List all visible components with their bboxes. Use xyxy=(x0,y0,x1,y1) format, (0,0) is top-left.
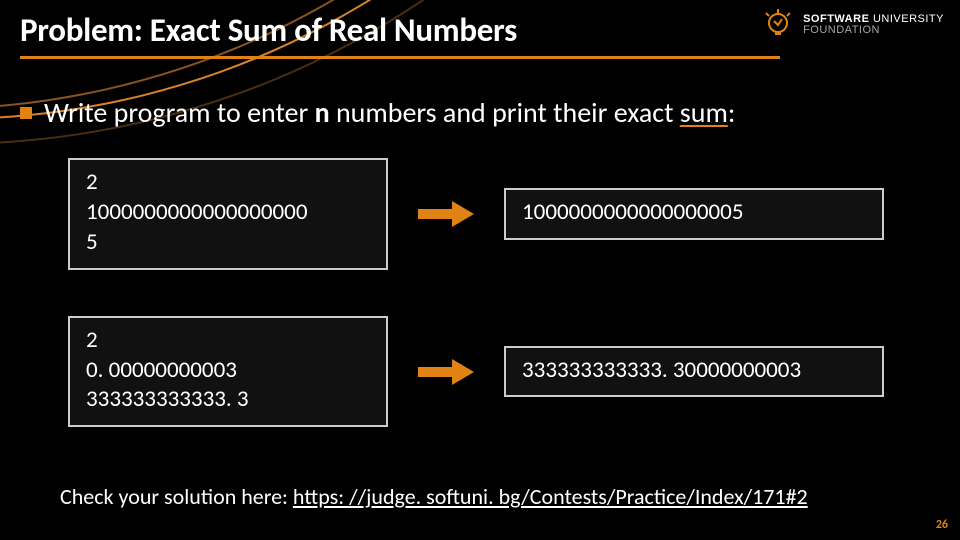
title-underline xyxy=(20,56,780,59)
check-solution-link[interactable]: https: //judge. softuni. bg/Contests/Pra… xyxy=(293,483,808,510)
title-area: Problem: Exact Sum of Real Numbers xyxy=(20,10,780,59)
check-solution-line: Check your solution here: https: //judge… xyxy=(60,483,808,510)
brand-line2: FOUNDATION xyxy=(803,25,944,36)
bullet-icon xyxy=(20,107,32,119)
example-row: 2 0. 00000000003 333333333333. 3 3333333… xyxy=(68,316,940,428)
example-input: 2 0. 00000000003 333333333333. 3 xyxy=(68,316,388,428)
slide-title: Problem: Exact Sum of Real Numbers xyxy=(20,10,780,50)
page-number: 26 xyxy=(936,518,948,532)
lightbulb-icon xyxy=(761,8,795,42)
arrow-right-icon xyxy=(416,199,476,229)
brand-logo: SOFTWARE UNIVERSITY FOUNDATION xyxy=(761,8,944,42)
example-output: 1000000000000000005 xyxy=(504,188,884,240)
check-prefix: Check your solution here: xyxy=(60,483,293,510)
example-output: 333333333333. 30000000003 xyxy=(504,346,884,398)
example-input: 2 1000000000000000000 5 xyxy=(68,158,388,270)
examples: 2 1000000000000000000 5 1000000000000000… xyxy=(68,158,940,427)
bullet-item: Write program to enter n numbers and pri… xyxy=(20,95,940,130)
brand-text: SOFTWARE UNIVERSITY FOUNDATION xyxy=(803,14,944,36)
slide-body: Write program to enter n numbers and pri… xyxy=(20,95,940,427)
example-row: 2 1000000000000000000 5 1000000000000000… xyxy=(68,158,940,270)
arrow-right-icon xyxy=(416,357,476,387)
bullet-text: Write program to enter n numbers and pri… xyxy=(44,95,735,130)
